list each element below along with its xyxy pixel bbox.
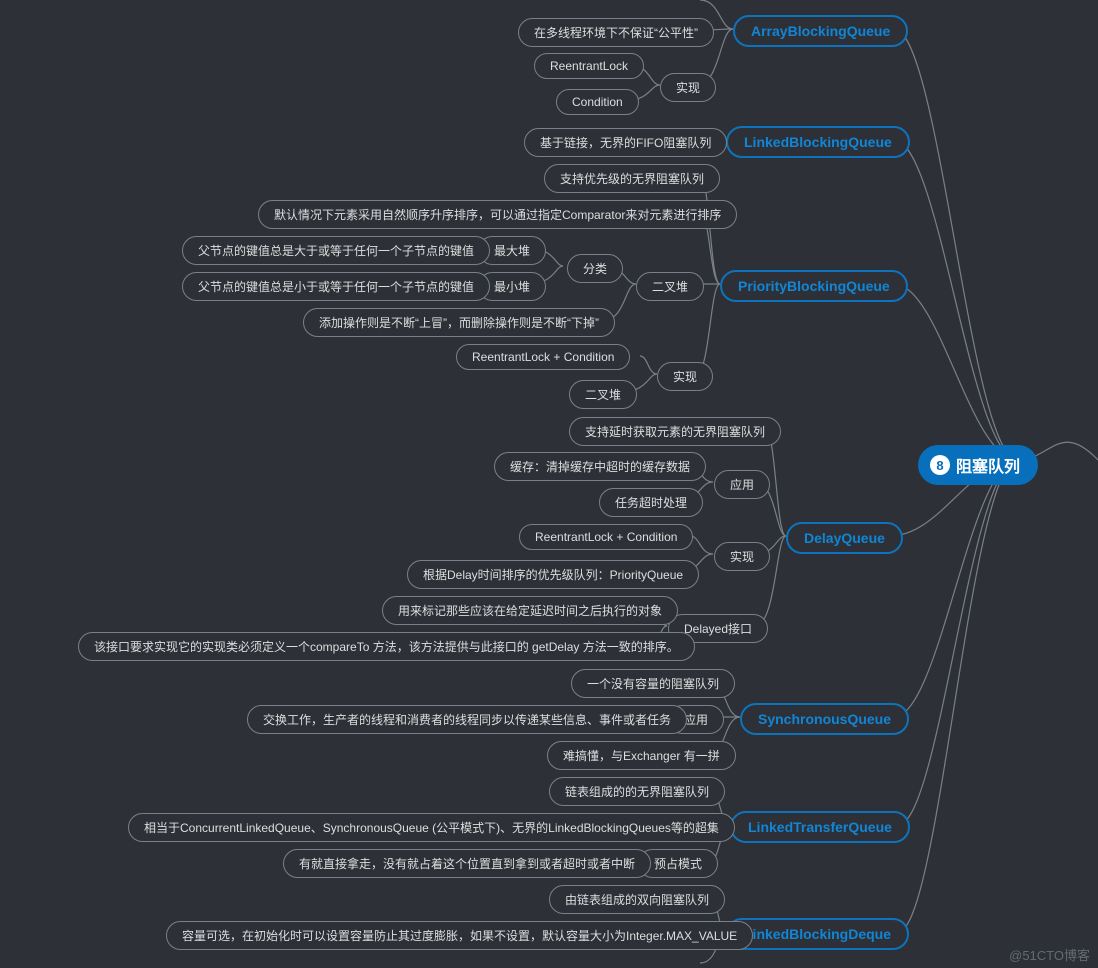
pbq-cls[interactable]: 分类 — [567, 254, 623, 283]
ltq-take[interactable]: 有就直接拿走，没有就占着这个位置直到拿到或者超时或者中断 — [283, 849, 651, 878]
root-label: 阻塞队列 — [956, 453, 1020, 477]
sq-exch[interactable]: 交换工作，生产者的线程和消费者的线程同步以传递某些信息、事件或者任务 — [247, 705, 687, 734]
pbq-max-desc[interactable]: 父节点的键值总是大于或等于任何一个子节点的键值 — [182, 236, 490, 265]
pbq-op[interactable]: 添加操作则是不断“上冒”，而删除操作则是不断“下掉” — [303, 308, 615, 337]
ltq-super[interactable]: 相当于ConcurrentLinkedQueue、SynchronousQueu… — [128, 813, 735, 842]
dq-mark[interactable]: 用来标记那些应该在给定延迟时间之后执行的对象 — [382, 596, 678, 625]
root-node[interactable]: 8 阻塞队列 — [918, 445, 1038, 485]
major-prioritybq[interactable]: PriorityBlockingQueue — [720, 270, 908, 302]
major-syncq[interactable]: SynchronousQueue — [740, 703, 909, 735]
pbq-reent[interactable]: ReentrantLock + Condition — [456, 344, 630, 370]
pbq-min-desc[interactable]: 父节点的键值总是小于或等于任何一个子节点的键值 — [182, 272, 490, 301]
major-arraybq[interactable]: ArrayBlockingQueue — [733, 15, 908, 47]
lbq-desc[interactable]: 基于链接，无界的FIFO阻塞队列 — [524, 128, 727, 157]
major-linkedbd[interactable]: LinkedBlockingDeque — [726, 918, 909, 950]
pbq-sort[interactable]: 默认情况下元素采用自然顺序升序排序，可以通过指定Comparator来对元素进行… — [258, 200, 737, 229]
dq-reent[interactable]: ReentrantLock + Condition — [519, 524, 693, 550]
dq-cache[interactable]: 缓存：清掉缓存中超时的缓存数据 — [494, 452, 706, 481]
dq-app[interactable]: 应用 — [714, 470, 770, 499]
pbq-prio[interactable]: 支持优先级的无界阻塞队列 — [544, 164, 720, 193]
abq-condition[interactable]: Condition — [556, 89, 639, 115]
pbq-bheap[interactable]: 二叉堆 — [569, 380, 637, 409]
major-linkedbq[interactable]: LinkedBlockingQueue — [726, 126, 910, 158]
dq-impl[interactable]: 实现 — [714, 542, 770, 571]
dq-cmp[interactable]: 该接口要求实现它的实现类必须定义一个compareTo 方法，该方法提供与此接口… — [78, 632, 695, 661]
dq-task[interactable]: 任务超时处理 — [599, 488, 703, 517]
sq-nocap[interactable]: 一个没有容量的阻塞队列 — [571, 669, 735, 698]
lbd-bi[interactable]: 由链表组成的双向阻塞队列 — [549, 885, 725, 914]
pbq-impl[interactable]: 实现 — [657, 362, 713, 391]
dq-pq[interactable]: 根据Delay时间排序的优先级队列：PriorityQueue — [407, 560, 699, 589]
major-delayq[interactable]: DelayQueue — [786, 522, 903, 554]
dq-delay[interactable]: 支持延时获取元素的无界阻塞队列 — [569, 417, 781, 446]
pbq-heap[interactable]: 二叉堆 — [636, 272, 704, 301]
abq-fair[interactable]: 在多线程环境下不保证“公平性” — [518, 18, 714, 47]
major-linkedtq[interactable]: LinkedTransferQueue — [730, 811, 910, 843]
ltq-link[interactable]: 链表组成的的无界阻塞队列 — [549, 777, 725, 806]
sq-conf[interactable]: 难搞懂，与Exchanger 有一拼 — [547, 741, 736, 770]
lbd-cap[interactable]: 容量可选，在初始化时可以设置容量防止其过度膨胀，如果不设置，默认容量大小为Int… — [166, 921, 753, 950]
abq-impl[interactable]: 实现 — [660, 73, 716, 102]
abq-reentrant[interactable]: ReentrantLock — [534, 53, 644, 79]
root-number: 8 — [930, 455, 950, 475]
